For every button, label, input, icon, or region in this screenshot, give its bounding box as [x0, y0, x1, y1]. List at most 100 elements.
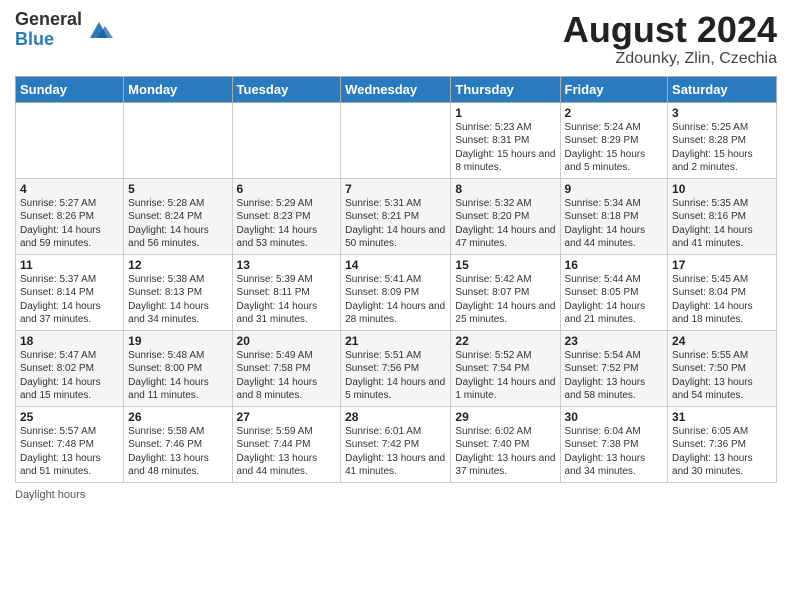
calendar-cell: 13Sunrise: 5:39 AMSunset: 8:11 PMDayligh… [232, 254, 341, 330]
calendar-cell: 6Sunrise: 5:29 AMSunset: 8:23 PMDaylight… [232, 178, 341, 254]
calendar-cell: 8Sunrise: 5:32 AMSunset: 8:20 PMDaylight… [451, 178, 560, 254]
month-year-title: August 2024 [563, 10, 777, 50]
day-info: Sunrise: 5:24 AMSunset: 8:29 PMDaylight:… [565, 121, 664, 175]
day-number: 21 [345, 334, 446, 348]
calendar-week-row: 11Sunrise: 5:37 AMSunset: 8:14 PMDayligh… [16, 254, 777, 330]
day-number: 3 [672, 106, 772, 120]
calendar-cell: 21Sunrise: 5:51 AMSunset: 7:56 PMDayligh… [341, 330, 451, 406]
calendar-cell: 26Sunrise: 5:58 AMSunset: 7:46 PMDayligh… [124, 406, 232, 482]
day-info: Sunrise: 5:39 AMSunset: 8:11 PMDaylight:… [237, 273, 337, 327]
day-info: Sunrise: 5:29 AMSunset: 8:23 PMDaylight:… [237, 197, 337, 251]
day-info: Sunrise: 5:41 AMSunset: 8:09 PMDaylight:… [345, 273, 446, 327]
day-info: Sunrise: 5:38 AMSunset: 8:13 PMDaylight:… [128, 273, 227, 327]
day-info: Sunrise: 5:44 AMSunset: 8:05 PMDaylight:… [565, 273, 664, 327]
calendar-cell: 11Sunrise: 5:37 AMSunset: 8:14 PMDayligh… [16, 254, 124, 330]
day-number: 4 [20, 182, 119, 196]
day-info: Sunrise: 5:58 AMSunset: 7:46 PMDaylight:… [128, 425, 227, 479]
day-info: Sunrise: 5:52 AMSunset: 7:54 PMDaylight:… [455, 349, 555, 403]
calendar-cell: 25Sunrise: 5:57 AMSunset: 7:48 PMDayligh… [16, 406, 124, 482]
calendar-cell [124, 102, 232, 178]
day-number: 22 [455, 334, 555, 348]
logo-icon [85, 16, 113, 44]
calendar-cell: 23Sunrise: 5:54 AMSunset: 7:52 PMDayligh… [560, 330, 668, 406]
day-info: Sunrise: 5:32 AMSunset: 8:20 PMDaylight:… [455, 197, 555, 251]
day-info: Sunrise: 5:51 AMSunset: 7:56 PMDaylight:… [345, 349, 446, 403]
calendar-week-row: 1Sunrise: 5:23 AMSunset: 8:31 PMDaylight… [16, 102, 777, 178]
calendar-cell: 22Sunrise: 5:52 AMSunset: 7:54 PMDayligh… [451, 330, 560, 406]
day-number: 26 [128, 410, 227, 424]
day-number: 28 [345, 410, 446, 424]
day-info: Sunrise: 5:48 AMSunset: 8:00 PMDaylight:… [128, 349, 227, 403]
calendar-week-row: 18Sunrise: 5:47 AMSunset: 8:02 PMDayligh… [16, 330, 777, 406]
day-number: 12 [128, 258, 227, 272]
calendar-header-row: SundayMondayTuesdayWednesdayThursdayFrid… [16, 76, 777, 102]
day-info: Sunrise: 5:55 AMSunset: 7:50 PMDaylight:… [672, 349, 772, 403]
day-number: 19 [128, 334, 227, 348]
calendar-cell: 12Sunrise: 5:38 AMSunset: 8:13 PMDayligh… [124, 254, 232, 330]
day-number: 2 [565, 106, 664, 120]
calendar-cell: 19Sunrise: 5:48 AMSunset: 8:00 PMDayligh… [124, 330, 232, 406]
calendar-cell [232, 102, 341, 178]
daylight-label: Daylight hours [15, 489, 85, 501]
calendar-cell: 18Sunrise: 5:47 AMSunset: 8:02 PMDayligh… [16, 330, 124, 406]
day-info: Sunrise: 5:37 AMSunset: 8:14 PMDaylight:… [20, 273, 119, 327]
calendar-cell [341, 102, 451, 178]
calendar-cell: 2Sunrise: 5:24 AMSunset: 8:29 PMDaylight… [560, 102, 668, 178]
day-info: Sunrise: 5:25 AMSunset: 8:28 PMDaylight:… [672, 121, 772, 175]
day-number: 29 [455, 410, 555, 424]
day-info: Sunrise: 5:23 AMSunset: 8:31 PMDaylight:… [455, 121, 555, 175]
day-info: Sunrise: 5:57 AMSunset: 7:48 PMDaylight:… [20, 425, 119, 479]
calendar-cell: 30Sunrise: 6:04 AMSunset: 7:38 PMDayligh… [560, 406, 668, 482]
day-info: Sunrise: 6:05 AMSunset: 7:36 PMDaylight:… [672, 425, 772, 479]
calendar-cell: 17Sunrise: 5:45 AMSunset: 8:04 PMDayligh… [668, 254, 777, 330]
weekday-header-thursday: Thursday [451, 76, 560, 102]
calendar-cell: 10Sunrise: 5:35 AMSunset: 8:16 PMDayligh… [668, 178, 777, 254]
weekday-header-wednesday: Wednesday [341, 76, 451, 102]
calendar-cell: 5Sunrise: 5:28 AMSunset: 8:24 PMDaylight… [124, 178, 232, 254]
day-info: Sunrise: 5:28 AMSunset: 8:24 PMDaylight:… [128, 197, 227, 251]
calendar-week-row: 4Sunrise: 5:27 AMSunset: 8:26 PMDaylight… [16, 178, 777, 254]
day-number: 27 [237, 410, 337, 424]
day-number: 24 [672, 334, 772, 348]
calendar-cell: 27Sunrise: 5:59 AMSunset: 7:44 PMDayligh… [232, 406, 341, 482]
logo-text: General Blue [15, 10, 82, 50]
calendar-week-row: 25Sunrise: 5:57 AMSunset: 7:48 PMDayligh… [16, 406, 777, 482]
day-number: 30 [565, 410, 664, 424]
day-info: Sunrise: 6:04 AMSunset: 7:38 PMDaylight:… [565, 425, 664, 479]
day-info: Sunrise: 5:31 AMSunset: 8:21 PMDaylight:… [345, 197, 446, 251]
calendar-cell [16, 102, 124, 178]
day-info: Sunrise: 5:42 AMSunset: 8:07 PMDaylight:… [455, 273, 555, 327]
calendar-cell: 4Sunrise: 5:27 AMSunset: 8:26 PMDaylight… [16, 178, 124, 254]
location-subtitle: Zdounky, Zlin, Czechia [563, 50, 777, 68]
day-number: 31 [672, 410, 772, 424]
day-number: 14 [345, 258, 446, 272]
weekday-header-tuesday: Tuesday [232, 76, 341, 102]
weekday-header-sunday: Sunday [16, 76, 124, 102]
day-info: Sunrise: 5:54 AMSunset: 7:52 PMDaylight:… [565, 349, 664, 403]
calendar-cell: 3Sunrise: 5:25 AMSunset: 8:28 PMDaylight… [668, 102, 777, 178]
day-number: 13 [237, 258, 337, 272]
day-number: 11 [20, 258, 119, 272]
calendar-cell: 1Sunrise: 5:23 AMSunset: 8:31 PMDaylight… [451, 102, 560, 178]
calendar-cell: 20Sunrise: 5:49 AMSunset: 7:58 PMDayligh… [232, 330, 341, 406]
logo-general: General [15, 10, 82, 30]
day-info: Sunrise: 5:47 AMSunset: 8:02 PMDaylight:… [20, 349, 119, 403]
calendar-cell: 28Sunrise: 6:01 AMSunset: 7:42 PMDayligh… [341, 406, 451, 482]
title-area: August 2024 Zdounky, Zlin, Czechia [563, 10, 777, 68]
day-info: Sunrise: 5:45 AMSunset: 8:04 PMDaylight:… [672, 273, 772, 327]
day-number: 7 [345, 182, 446, 196]
calendar-cell: 9Sunrise: 5:34 AMSunset: 8:18 PMDaylight… [560, 178, 668, 254]
header: General Blue August 2024 Zdounky, Zlin, … [15, 10, 777, 68]
day-info: Sunrise: 5:49 AMSunset: 7:58 PMDaylight:… [237, 349, 337, 403]
day-info: Sunrise: 6:02 AMSunset: 7:40 PMDaylight:… [455, 425, 555, 479]
day-number: 15 [455, 258, 555, 272]
calendar-cell: 16Sunrise: 5:44 AMSunset: 8:05 PMDayligh… [560, 254, 668, 330]
calendar-cell: 24Sunrise: 5:55 AMSunset: 7:50 PMDayligh… [668, 330, 777, 406]
day-info: Sunrise: 5:27 AMSunset: 8:26 PMDaylight:… [20, 197, 119, 251]
calendar-cell: 31Sunrise: 6:05 AMSunset: 7:36 PMDayligh… [668, 406, 777, 482]
day-number: 17 [672, 258, 772, 272]
day-info: Sunrise: 5:59 AMSunset: 7:44 PMDaylight:… [237, 425, 337, 479]
day-number: 18 [20, 334, 119, 348]
day-number: 1 [455, 106, 555, 120]
day-number: 9 [565, 182, 664, 196]
